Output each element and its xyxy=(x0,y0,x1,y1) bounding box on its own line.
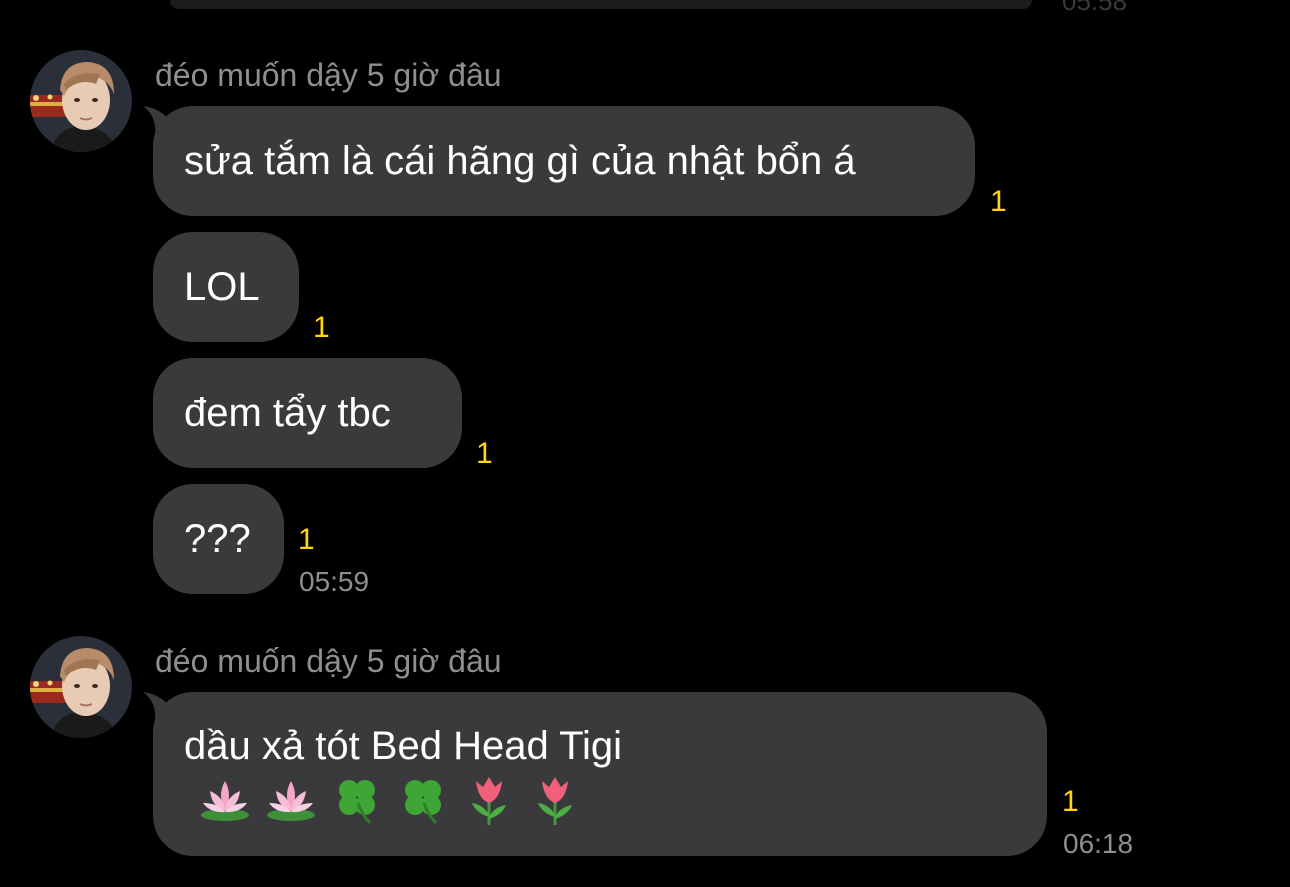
unread-count: 1 xyxy=(313,311,330,344)
message-bubble[interactable]: ??? xyxy=(153,484,284,594)
avatar[interactable] xyxy=(30,636,132,738)
emoji-row xyxy=(198,773,582,827)
unread-count: 1 xyxy=(1062,785,1079,818)
clover-icon xyxy=(396,773,450,827)
message-time: 05:59 xyxy=(299,566,370,597)
message-text: đem tẩy tbc xyxy=(184,391,391,435)
message-time: 06:18 xyxy=(1063,828,1134,859)
previous-message-bubble-partial xyxy=(170,0,1032,9)
unread-count: 1 xyxy=(298,523,315,556)
sender-name: đéo muốn dậy 5 giờ đâu xyxy=(155,57,502,93)
message-bubble[interactable]: LOL xyxy=(153,232,299,342)
tulip-icon xyxy=(528,773,582,827)
message-content: dầu xả tót Bed Head Tigi xyxy=(184,720,1014,827)
message-bubble[interactable]: sửa tắm là cái hãng gì của nhật bổn á xyxy=(153,106,975,216)
tulip-icon xyxy=(462,773,516,827)
lotus-icon xyxy=(198,773,252,827)
lotus-icon xyxy=(264,773,318,827)
message-text: sửa tắm là cái hãng gì của nhật bổn á xyxy=(184,139,856,183)
avatar[interactable] xyxy=(30,50,132,152)
previous-message-time: 05:58 xyxy=(1062,0,1128,16)
sender-name: đéo muốn dậy 5 giờ đâu xyxy=(155,643,502,679)
unread-count: 1 xyxy=(990,185,1007,218)
unread-count: 1 xyxy=(476,437,493,470)
message-bubble[interactable]: dầu xả tót Bed Head Tigi xyxy=(153,692,1047,856)
message-text: LOL xyxy=(184,265,260,309)
message-bubble[interactable]: đem tẩy tbc xyxy=(153,358,462,468)
message-text: ??? xyxy=(184,517,251,561)
clover-icon xyxy=(330,773,384,827)
message-text: dầu xả tót Bed Head Tigi xyxy=(184,724,623,768)
